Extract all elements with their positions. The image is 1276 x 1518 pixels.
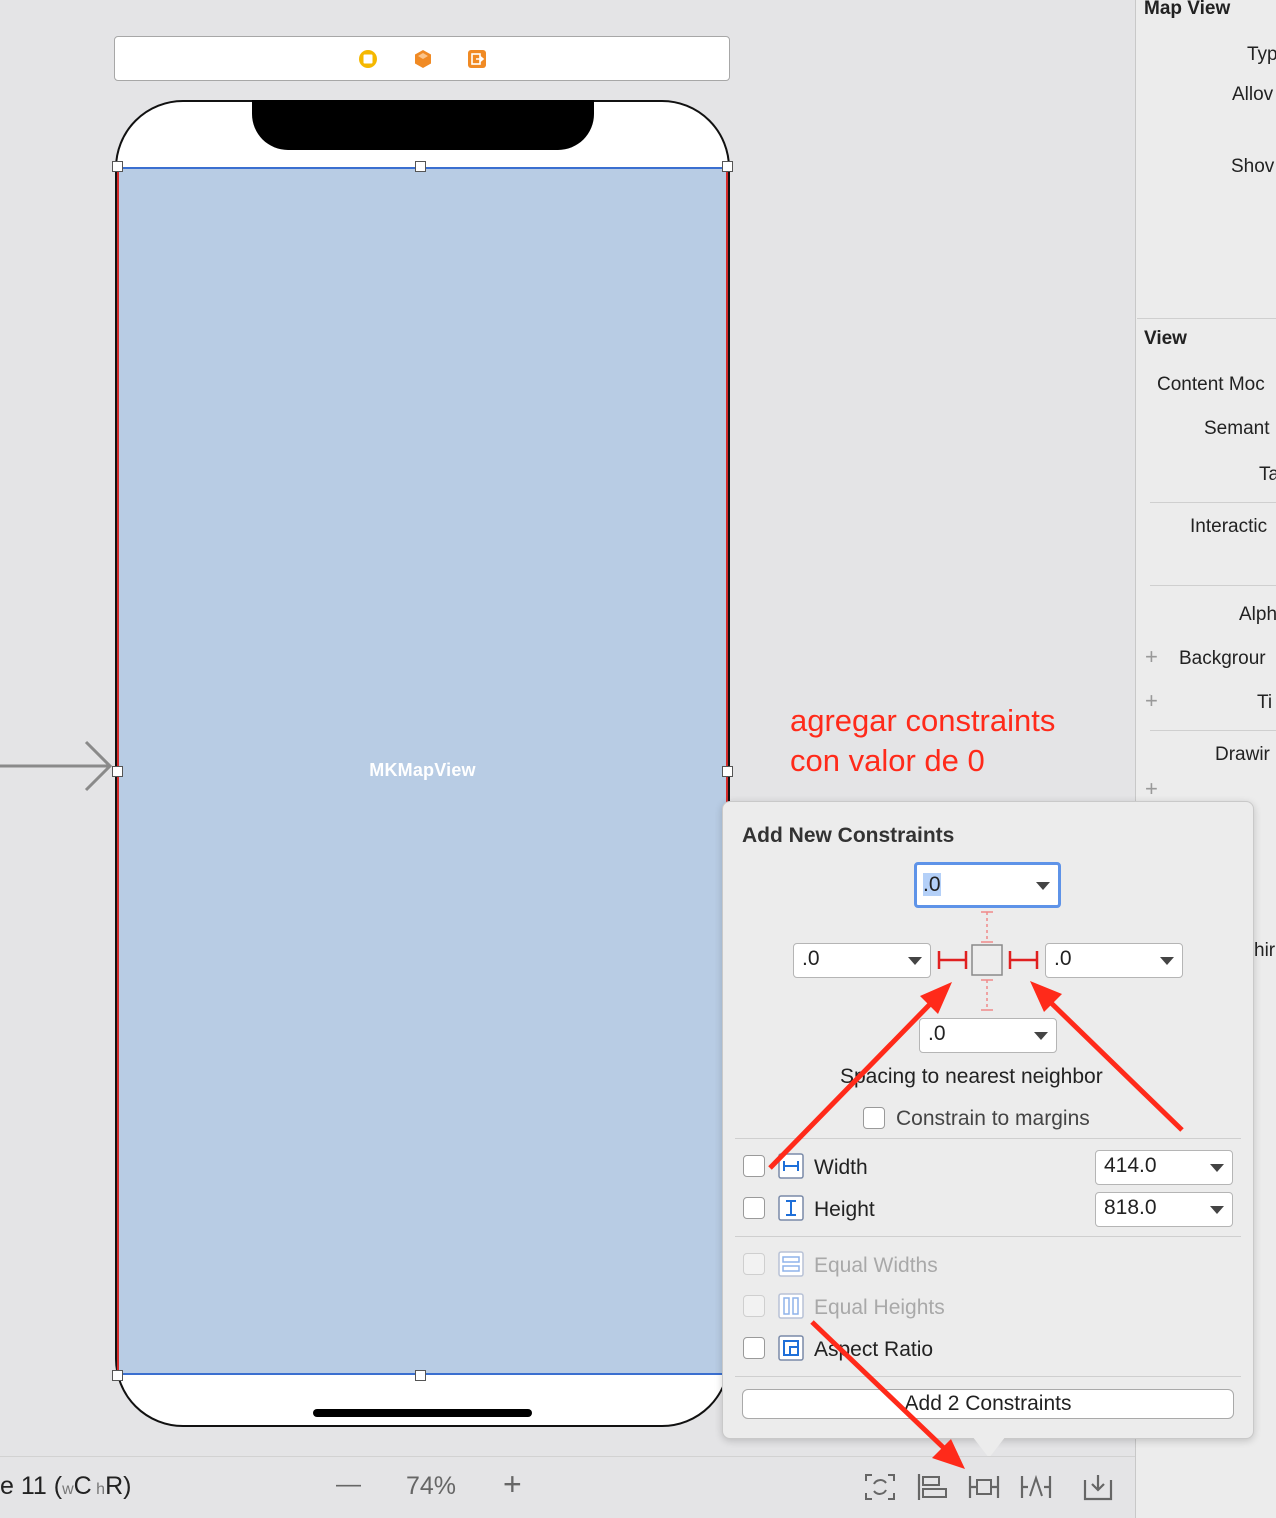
resize-handle-bottom[interactable]: [415, 1370, 426, 1381]
inspector-label-content-mode: Content Moc: [1157, 374, 1265, 395]
popover-pointer: [969, 1432, 1009, 1458]
inspector-label-interaction: Interactic: [1190, 516, 1268, 537]
leading-spacing-combo[interactable]: .0: [793, 943, 931, 978]
device-name: e 11 (: [0, 1472, 63, 1500]
resolve-auto-layout-issues-icon[interactable]: [1019, 1472, 1053, 1502]
inspector-label-partial: hir: [1254, 940, 1276, 961]
add-constraints-button[interactable]: Add 2 Constraints: [742, 1389, 1234, 1419]
size-class-regular: R): [105, 1472, 132, 1500]
inspector-label-tag: Ta: [1259, 464, 1276, 485]
height-checkbox[interactable]: [743, 1197, 765, 1219]
trailing-spacing-value: .0: [1054, 947, 1072, 970]
equal-heights-checkbox[interactable]: [743, 1295, 765, 1317]
inspector-divider: [1150, 502, 1276, 503]
equal-widths-checkbox[interactable]: [743, 1253, 765, 1275]
height-label: Height: [814, 1198, 875, 1221]
inspector-divider: [1150, 730, 1276, 731]
view-controller-icon[interactable]: [358, 49, 378, 69]
resize-handle-top-right[interactable]: [722, 161, 733, 172]
equal-widths-label: Equal Widths: [814, 1254, 938, 1277]
inspector-label-background: Backgrour: [1179, 648, 1266, 669]
inspector-label-shows: Shov: [1231, 156, 1275, 177]
width-value: 414.0: [1104, 1154, 1157, 1177]
zoom-in-button[interactable]: +: [503, 1466, 522, 1503]
inspector-divider: [1137, 318, 1276, 319]
equal-heights-icon: [778, 1293, 804, 1319]
add-new-constraints-icon[interactable]: [967, 1472, 1001, 1502]
constrain-to-margins-checkbox[interactable]: [863, 1107, 885, 1129]
zoom-out-button[interactable]: —: [336, 1470, 361, 1499]
exit-icon[interactable]: [467, 49, 487, 69]
inspector-label-type: Typ: [1247, 44, 1276, 65]
bottom-spacing-combo[interactable]: .0: [919, 1018, 1057, 1053]
inspector-section-view: View: [1144, 328, 1187, 349]
top-spacing-value: .0: [923, 873, 941, 896]
size-class-w: w: [62, 1481, 74, 1498]
aspect-ratio-icon: [778, 1335, 804, 1361]
popover-title: Add New Constraints: [742, 824, 955, 847]
home-indicator: [313, 1409, 532, 1417]
inspector-label-semantic: Semant: [1204, 418, 1270, 439]
height-value-combo[interactable]: 818.0: [1095, 1192, 1233, 1227]
align-icon[interactable]: [915, 1472, 949, 1502]
update-frames-icon[interactable]: [863, 1472, 897, 1502]
height-value: 818.0: [1104, 1196, 1157, 1219]
spacing-caption: Spacing to nearest neighbor: [840, 1065, 1103, 1088]
add-variation-icon[interactable]: +: [1145, 688, 1158, 714]
add-variation-icon[interactable]: +: [1145, 776, 1158, 802]
aspect-ratio-label: Aspect Ratio: [814, 1338, 934, 1361]
leading-spacing-value: .0: [802, 947, 820, 970]
equal-widths-icon: [778, 1251, 804, 1277]
inspector-divider: [1150, 585, 1276, 586]
entry-point-arrow-icon: [0, 740, 113, 792]
width-value-combo[interactable]: 414.0: [1095, 1150, 1233, 1185]
width-constraint-icon: [778, 1153, 804, 1179]
annotation-line-1: agregar constraints: [790, 703, 1056, 738]
size-class-h: h: [96, 1481, 106, 1498]
device-configuration[interactable]: e 11 (wC hR): [0, 1472, 131, 1501]
bottom-spacing-value: .0: [928, 1022, 946, 1045]
resize-handle-top[interactable]: [415, 161, 426, 172]
zoom-level: 74%: [406, 1472, 457, 1500]
popover-divider: [735, 1376, 1241, 1377]
embed-in-icon[interactable]: [1081, 1472, 1115, 1502]
height-constraint-icon: [778, 1195, 804, 1221]
scene-dock: [114, 36, 730, 81]
width-checkbox[interactable]: [743, 1155, 765, 1177]
resize-handle-bottom-left[interactable]: [112, 1370, 123, 1381]
first-responder-icon[interactable]: [413, 49, 433, 69]
map-view-label: MKMapView: [369, 760, 476, 780]
inspector-label-drawing: Drawir: [1215, 744, 1270, 765]
width-label: Width: [814, 1156, 868, 1179]
resize-handle-right[interactable]: [722, 766, 733, 777]
trailing-spacing-combo[interactable]: .0: [1045, 943, 1183, 978]
inspector-section-map-view: Map View: [1144, 0, 1231, 19]
add-variation-icon[interactable]: +: [1145, 644, 1158, 670]
size-class-compact: C: [73, 1472, 92, 1500]
constrain-to-margins-label: Constrain to margins: [896, 1107, 1090, 1130]
canvas-bottom-bar: [0, 1456, 1135, 1518]
top-spacing-combo[interactable]: .0: [914, 862, 1061, 908]
inspector-label-allows: Allov: [1232, 84, 1274, 105]
inspector-label-tint: Ti: [1257, 692, 1273, 713]
device-notch: [252, 100, 594, 150]
annotation-line-2: con valor de 0: [790, 743, 985, 778]
inspector-label-alpha: Alph: [1239, 604, 1276, 625]
aspect-ratio-checkbox[interactable]: [743, 1337, 765, 1359]
equal-heights-label: Equal Heights: [814, 1296, 945, 1319]
popover-divider: [735, 1138, 1241, 1139]
popover-divider: [735, 1236, 1241, 1237]
